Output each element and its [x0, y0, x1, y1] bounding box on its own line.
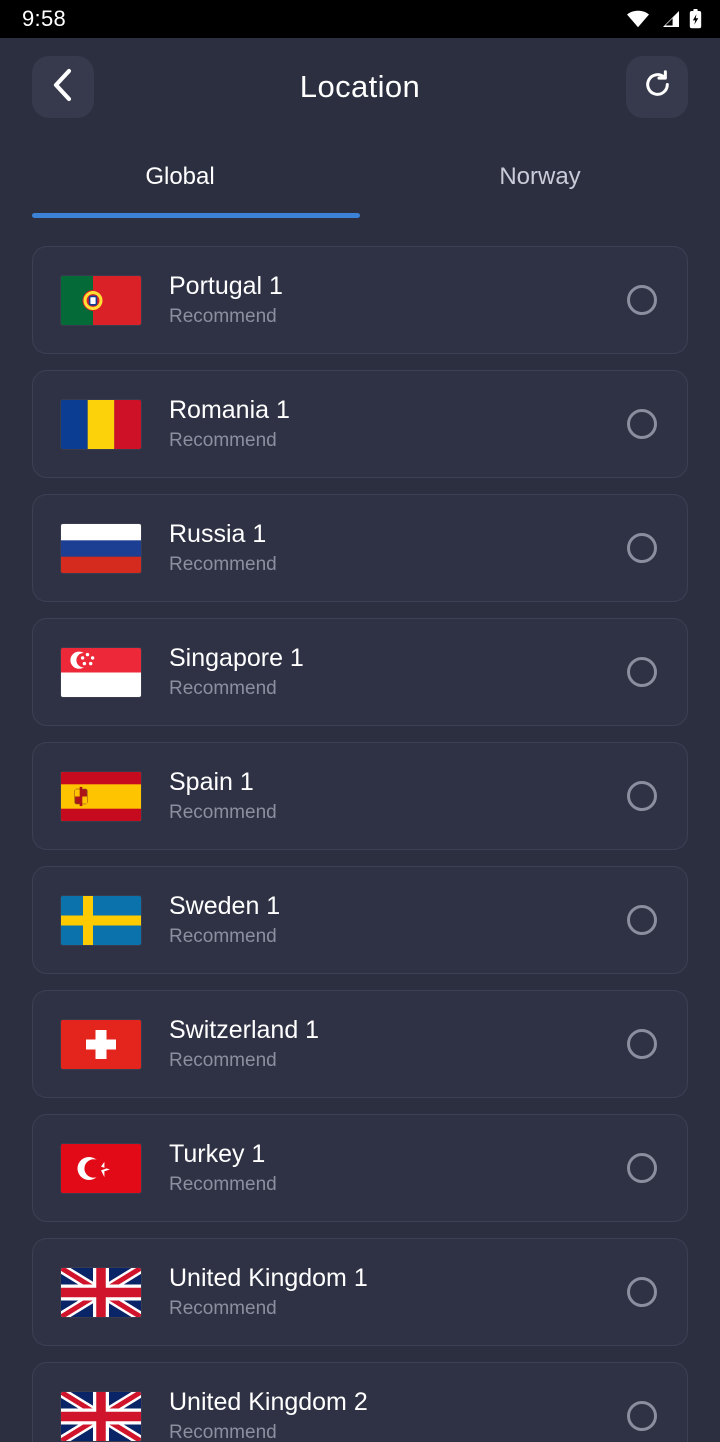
server-list-item[interactable]: Romania 1 Recommend — [32, 370, 688, 478]
server-select-radio[interactable] — [627, 657, 657, 687]
battery-charging-icon — [689, 9, 702, 29]
server-list-item-text: Switzerland 1 Recommend — [169, 1015, 627, 1073]
server-list-item[interactable]: Russia 1 Recommend — [32, 494, 688, 602]
turkey-flag — [61, 1143, 141, 1193]
back-button[interactable] — [32, 56, 94, 118]
server-list-item-text: Romania 1 Recommend — [169, 395, 627, 453]
server-list-item[interactable]: Turkey 1 Recommend — [32, 1114, 688, 1222]
server-subtitle: Recommend — [169, 1298, 277, 1319]
server-select-radio[interactable] — [627, 409, 657, 439]
server-list-item-text: United Kingdom 2 Recommend — [169, 1387, 627, 1442]
server-name: United Kingdom 1 — [169, 1264, 368, 1292]
switzerland-flag — [61, 1019, 141, 1069]
refresh-icon — [642, 69, 673, 105]
app-header: Location — [0, 38, 720, 136]
server-list-item[interactable]: Switzerland 1 Recommend — [32, 990, 688, 1098]
server-name: Romania 1 — [169, 396, 290, 424]
chevron-left-icon — [51, 68, 75, 107]
server-name: Spain 1 — [169, 768, 254, 796]
singapore-flag — [61, 647, 141, 697]
server-select-radio[interactable] — [627, 1153, 657, 1183]
status-icons — [626, 9, 702, 29]
server-subtitle: Recommend — [169, 678, 277, 699]
server-select-radio[interactable] — [627, 1029, 657, 1059]
server-subtitle: Recommend — [169, 1050, 277, 1071]
server-list-item-text: Turkey 1 Recommend — [169, 1139, 627, 1197]
server-list-item-text: United Kingdom 1 Recommend — [169, 1263, 627, 1321]
server-list-item-text: Sweden 1 Recommend — [169, 891, 627, 949]
server-name: Sweden 1 — [169, 892, 281, 920]
server-name: Switzerland 1 — [169, 1016, 320, 1044]
server-list-item[interactable]: United Kingdom 2 Recommend — [32, 1362, 688, 1442]
server-list-item-text: Russia 1 Recommend — [169, 519, 627, 577]
tab-bar: Global Norway — [0, 136, 720, 218]
server-name: Turkey 1 — [169, 1140, 266, 1168]
server-name: United Kingdom 2 — [169, 1388, 368, 1416]
server-list-item-text: Portugal 1 Recommend — [169, 271, 627, 329]
server-select-radio[interactable] — [627, 533, 657, 563]
tab-active-indicator — [32, 213, 360, 218]
server-list-item-text: Spain 1 Recommend — [169, 767, 627, 825]
server-select-radio[interactable] — [627, 781, 657, 811]
refresh-button[interactable] — [626, 56, 688, 118]
server-subtitle: Recommend — [169, 430, 277, 451]
server-subtitle: Recommend — [169, 554, 277, 575]
sweden-flag — [61, 895, 141, 945]
server-list: Portugal 1 Recommend Romania 1 Recommend Rus… — [0, 246, 720, 1442]
tab-global-label: Global — [145, 163, 215, 190]
server-select-radio[interactable] — [627, 1401, 657, 1431]
russia-flag — [61, 523, 141, 573]
tab-global[interactable]: Global — [0, 136, 360, 218]
server-subtitle: Recommend — [169, 802, 277, 823]
server-name: Russia 1 — [169, 520, 267, 548]
portugal-flag — [61, 275, 141, 325]
united-kingdom-flag — [61, 1391, 141, 1441]
server-list-item[interactable]: Spain 1 Recommend — [32, 742, 688, 850]
tab-norway-label: Norway — [499, 163, 581, 190]
server-subtitle: Recommend — [169, 306, 277, 327]
server-list-item[interactable]: Singapore 1 Recommend — [32, 618, 688, 726]
server-list-item[interactable]: United Kingdom 1 Recommend — [32, 1238, 688, 1346]
status-time: 9:58 — [22, 6, 67, 31]
server-name: Singapore 1 — [169, 644, 304, 672]
server-subtitle: Recommend — [169, 926, 277, 947]
spain-flag — [61, 771, 141, 821]
status-bar: 9:58 — [0, 0, 720, 38]
united-kingdom-flag — [61, 1267, 141, 1317]
server-name: Portugal 1 — [169, 272, 283, 300]
server-list-item[interactable]: Portugal 1 Recommend — [32, 246, 688, 354]
wifi-icon — [626, 10, 650, 28]
server-select-radio[interactable] — [627, 1277, 657, 1307]
tab-norway[interactable]: Norway — [360, 136, 720, 218]
romania-flag — [61, 399, 141, 449]
server-list-item[interactable]: Sweden 1 Recommend — [32, 866, 688, 974]
server-list-item-text: Singapore 1 Recommend — [169, 643, 627, 701]
cellular-signal-icon — [659, 10, 680, 28]
server-select-radio[interactable] — [627, 905, 657, 935]
server-select-radio[interactable] — [627, 285, 657, 315]
server-subtitle: Recommend — [169, 1174, 277, 1195]
page-title: Location — [299, 69, 421, 104]
server-subtitle: Recommend — [169, 1422, 277, 1442]
location-screen: 9:58 Location Global Norway Portugal 1 R… — [0, 0, 720, 1442]
